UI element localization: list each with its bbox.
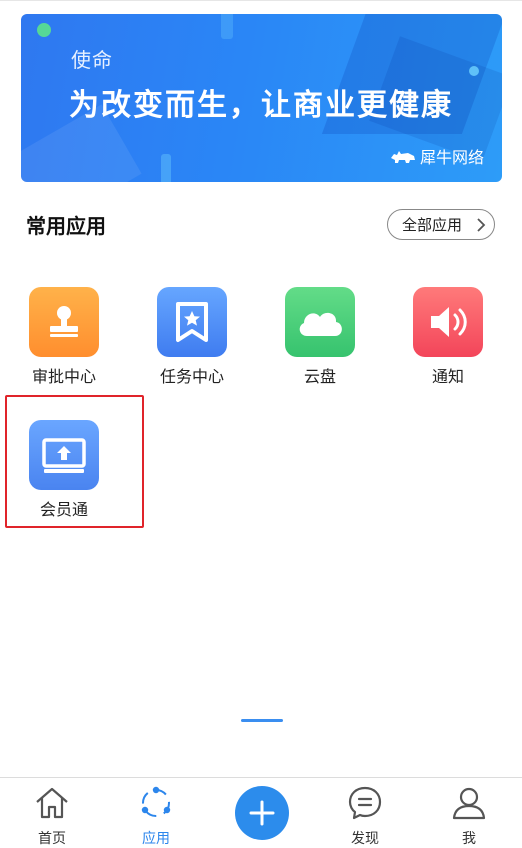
nav-apps[interactable]: 应用 <box>121 778 191 848</box>
apps-circle-icon <box>141 786 171 817</box>
speaker-icon <box>413 287 483 357</box>
app-approval-center[interactable]: 审批中心 <box>14 287 114 387</box>
app-notification[interactable]: 通知 <box>398 287 498 387</box>
nav-me-label: 我 <box>462 831 476 847</box>
nav-discover-label: 发现 <box>351 831 379 847</box>
nav-apps-label: 应用 <box>142 831 170 847</box>
rhino-logo-icon <box>390 151 415 163</box>
app-label: 通知 <box>431 367 464 386</box>
app-task-center[interactable]: 任务中心 <box>142 287 242 387</box>
banner-brand-text: 犀牛网络 <box>419 148 484 167</box>
app-label: 云盘 <box>303 367 336 386</box>
nav-home-label: 首页 <box>38 831 66 847</box>
nav-discover[interactable]: 发现 <box>330 778 400 848</box>
section-title: 常用应用 <box>26 214 106 238</box>
all-apps-label: 全部应用 <box>402 216 463 234</box>
selection-highlight <box>5 395 144 528</box>
app-label: 审批中心 <box>31 367 96 386</box>
home-icon <box>36 787 68 819</box>
user-icon <box>452 787 486 820</box>
chevron-right-icon <box>477 218 486 232</box>
promo-banner[interactable]: 使命 为改变而生，让商业更健康 犀牛网络 <box>21 14 502 182</box>
nav-home[interactable]: 首页 <box>17 778 87 848</box>
bookmark-star-icon <box>157 287 227 357</box>
banner-subtitle: 使命 <box>71 48 113 72</box>
add-button[interactable] <box>235 786 289 840</box>
banner-dot <box>37 23 51 37</box>
app-cloud-drive[interactable]: 云盘 <box>270 287 370 387</box>
chat-bubble-icon <box>348 786 382 820</box>
plus-icon <box>249 800 275 826</box>
nav-me[interactable]: 我 <box>434 778 504 848</box>
top-divider <box>0 0 522 1</box>
stamp-icon <box>29 287 99 357</box>
all-apps-button[interactable]: 全部应用 <box>387 209 495 240</box>
page-indicator <box>241 719 283 722</box>
banner-headline: 为改变而生，让商业更健康 <box>69 88 453 123</box>
banner-brand: 犀牛网络 <box>390 144 484 168</box>
app-label: 任务中心 <box>159 367 224 386</box>
cloud-icon <box>285 287 355 357</box>
